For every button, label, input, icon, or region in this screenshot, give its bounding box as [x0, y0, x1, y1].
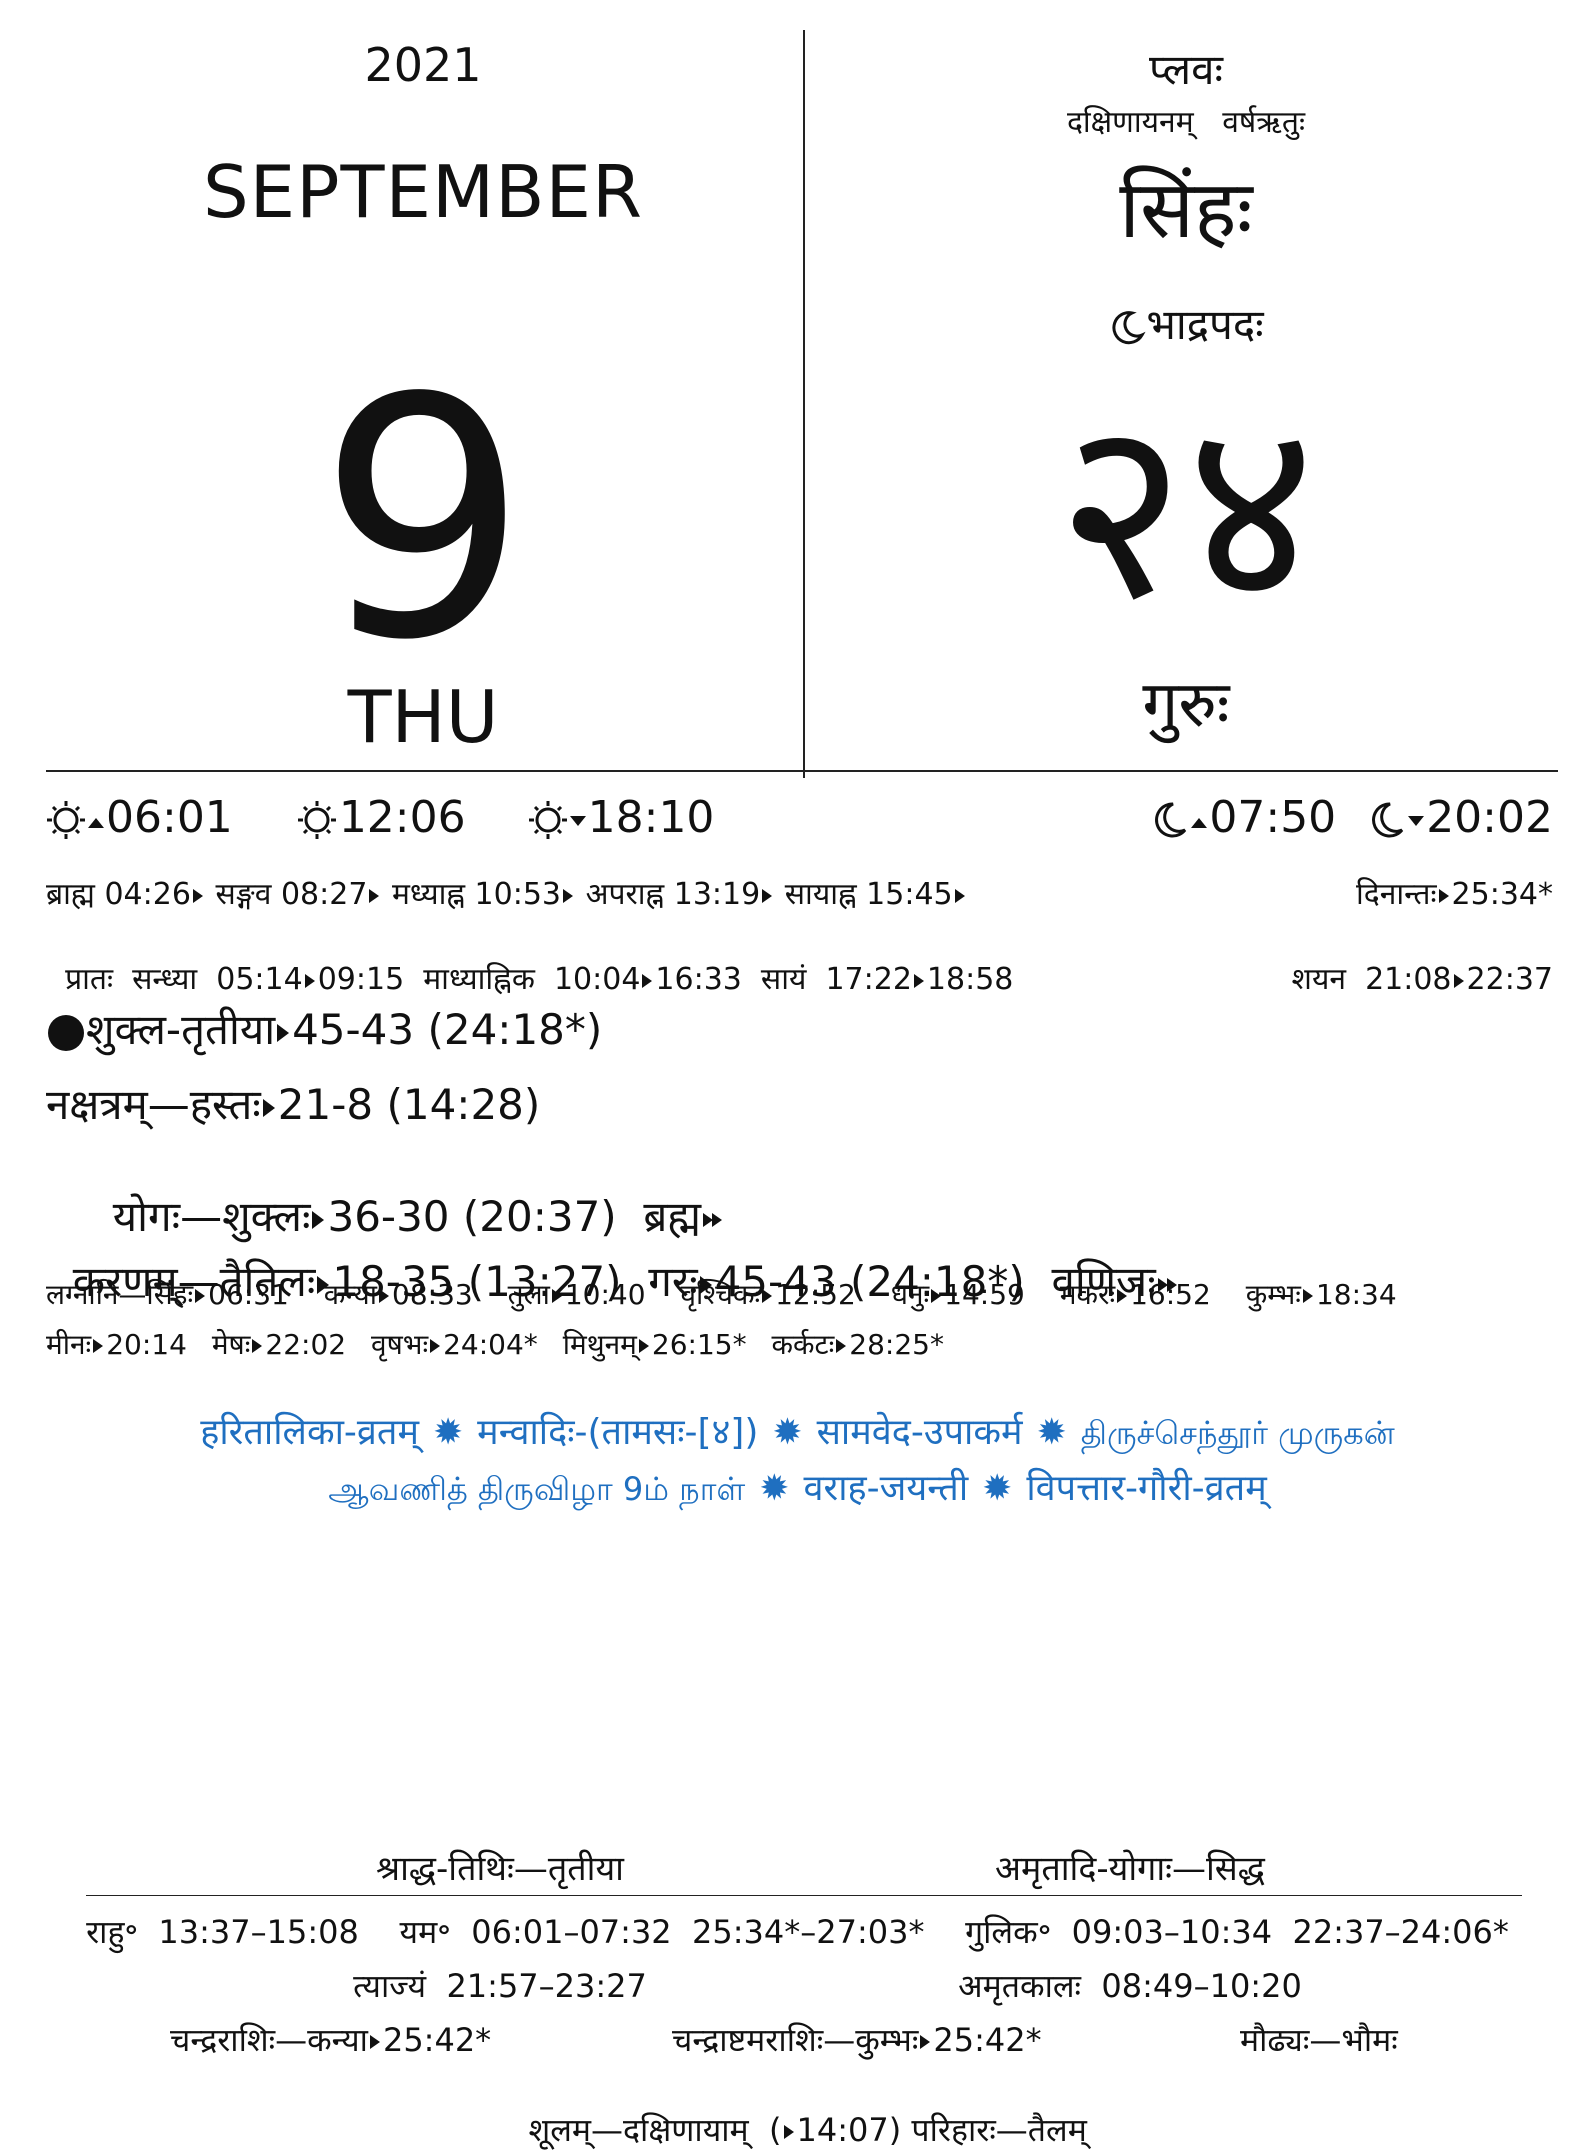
tithi-row: शुक्ल-तृतीया 45-43 (24:18*) [46, 1000, 602, 1057]
festival-row-2: ஆவணித் திருவிழா 9ம் நாள் ✹ वराह-जयन्ती ✹ विप… [328, 1468, 1267, 1509]
period-row-1: ब्राह्म 04:26 सङ्गव 08:27 मध्याह्न 10:53… [46, 872, 968, 913]
ayana-ritu: दक्षिणायनम् वर्षऋतुः [1066, 105, 1306, 140]
shoola: शूलम्—दक्षिणायाम् (14:07) परिहारः—तैलम् [528, 2111, 1087, 2149]
star-icon: ✹ [1036, 1412, 1067, 1453]
arrow-icon [563, 888, 574, 903]
arrow-icon [262, 1098, 275, 1117]
arrow-icon [954, 888, 965, 903]
chandrashtama: चन्द्राष्टमराशिः—कुम्भः 25:42* [672, 2021, 1042, 2059]
header-bottom-rule [46, 770, 1558, 772]
amritakala: अमृतकालः 08:49–10:20 [958, 1967, 1302, 2005]
nakshatra-row: नक्षत्रम्—हस्तः 21-8 (14:28) [46, 1080, 541, 1129]
header-divider [803, 30, 805, 778]
amritadi-yoga: अमृतादि-योगाः—सिद्ध [995, 1849, 1265, 1889]
vasara: गुरुः [1142, 668, 1230, 742]
dinanta: दिनान्तः 25:34* [1356, 877, 1553, 912]
noon: 12:06 [295, 792, 480, 843]
arrow-icon [762, 888, 773, 903]
star-icon: ✹ [433, 1412, 464, 1453]
lunar-month-line: भाद्रपदः [806, 295, 1566, 352]
arrow-icon [913, 973, 924, 988]
month: SEPTEMBER [202, 150, 644, 234]
sunrise: 06:01 [46, 792, 247, 843]
arrow-icon [1453, 973, 1464, 988]
shraddha-tithi: श्राद्ध-तिथिः—तृतीया [376, 1849, 624, 1889]
solar-month: सिंहः [1119, 163, 1253, 256]
sunrise-icon [47, 801, 104, 839]
sunset-icon [528, 801, 586, 839]
lagna-row-1: लग्नानि—सिंहः 06:31 कन्या 08:33 तुला 10:40 … [46, 1278, 1397, 1311]
sun-moon-row-left: 06:01 12:06 18:10 [46, 792, 714, 843]
moonset-icon [1372, 802, 1425, 838]
lunar-month: भाद्रपदः [1146, 300, 1264, 349]
rahu-yama-gulika: राहु॰ 13:37–15:08 यम॰ 06:01–07:32 25:34*… [86, 1913, 1509, 1951]
moonset: 20:02 [1368, 792, 1553, 843]
samvatsara: प्लवः [1148, 45, 1223, 94]
moon-icon [1112, 310, 1146, 344]
lagna-row-2: मीनः 20:14 मेषः 22:02 वृषभः 24:04* मिथुनम् 2… [46, 1328, 944, 1361]
year: 2021 [364, 38, 482, 92]
chandrarashi: चन्द्रराशिः—कन्या 25:42* [170, 2021, 492, 2059]
star-icon: ✹ [759, 1468, 790, 1509]
festival-row-1: हरितालिका-व्रतम् ✹ मन्वादिः-(तामसः-[४]) ✹ सा… [200, 1412, 1395, 1453]
arrow-icon [192, 888, 203, 903]
full-moon-icon [48, 1014, 84, 1051]
arrow-icon [369, 888, 380, 903]
lunar-day: २४ [1056, 364, 1316, 655]
star-icon: ✹ [982, 1468, 1013, 1509]
star-icon: ✹ [772, 1412, 803, 1453]
tyajya: त्याज्यं 21:57–23:27 [353, 1967, 647, 2005]
sun-icon [297, 801, 336, 839]
footer-rule [86, 1895, 1522, 1896]
moonrise-icon [1155, 802, 1208, 838]
day-number: 9 [318, 328, 528, 712]
weekday: THU [347, 675, 499, 759]
sun-moon-row-right: 07:50 20:02 [1151, 792, 1553, 843]
arrow-icon [304, 973, 315, 988]
maudhya: मौढ्यः—भौमः [1240, 2021, 1398, 2059]
shayana: शयन 21:08 22:37 [1291, 962, 1553, 997]
arrow-icon [642, 973, 653, 988]
moonrise: 07:50 [1151, 792, 1350, 843]
arrow-icon [1438, 888, 1449, 903]
period-row-2: प्रातः सन्ध्या 05:14 09:15 माध्याह्निक 10… [65, 962, 1014, 997]
sunset: 18:10 [528, 792, 714, 843]
arrow-icon [277, 1023, 290, 1042]
